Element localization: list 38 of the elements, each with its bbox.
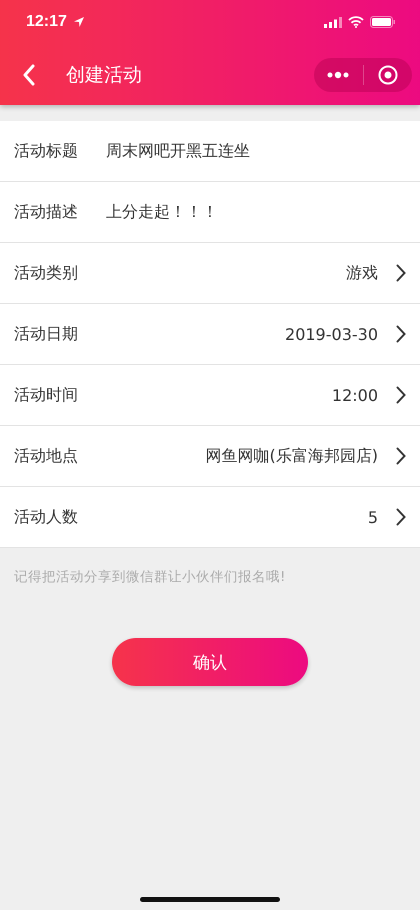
field-value: 游戏	[345, 262, 378, 284]
chevron-right-icon	[396, 508, 406, 526]
confirm-button[interactable]: 确认	[112, 638, 308, 686]
field-label: 活动人数	[14, 506, 79, 528]
more-dots-icon	[327, 70, 350, 78]
field-label: 活动描述	[14, 202, 79, 222]
chevron-right-icon	[396, 325, 406, 343]
chevron-right-icon	[396, 264, 406, 282]
form-row[interactable]: 活动地点 网鱼网咖(乐富海邦园店)	[0, 426, 420, 487]
form-row[interactable]: 活动时间 12:00	[0, 365, 420, 426]
form-row[interactable]: 活动描述 上分走起！！！	[0, 182, 420, 243]
form-row[interactable]: 活动日期 2019-03-30	[0, 304, 420, 365]
signal-icon	[324, 16, 342, 28]
field-value: 2019-03-30	[284, 324, 378, 344]
form-row[interactable]: 活动标题 周末网吧开黑五连坐	[0, 121, 420, 182]
wifi-icon	[348, 16, 364, 28]
back-button[interactable]	[22, 64, 36, 86]
location-arrow-icon	[72, 16, 85, 28]
chevron-right-icon	[396, 447, 406, 465]
field-label: 活动标题	[14, 140, 79, 162]
hint-text: 记得把活动分享到微信群让小伙伴们报名哦!	[13, 568, 286, 586]
field-label: 活动类别	[14, 262, 79, 284]
status-time: 12:17	[26, 13, 67, 31]
field-value: 网鱼网咖(乐富海邦园店)	[204, 446, 378, 466]
form-row[interactable]: 活动人数 5	[0, 487, 420, 548]
field-label: 活动时间	[14, 384, 79, 406]
chevron-right-icon	[396, 386, 406, 404]
field-value: 周末网吧开黑五连坐	[106, 140, 251, 162]
form-row[interactable]: 活动类别 游戏	[0, 243, 420, 304]
field-value: 5	[366, 508, 378, 526]
field-label: 活动地点	[14, 446, 79, 466]
field-value: 上分走起！！！	[106, 202, 219, 222]
field-value: 12:00	[330, 386, 378, 404]
target-icon	[378, 64, 398, 84]
field-label: 活动日期	[14, 324, 79, 344]
battery-icon	[370, 16, 396, 28]
page-title: 创建活动	[66, 62, 142, 88]
back-chevron-icon	[22, 64, 36, 86]
